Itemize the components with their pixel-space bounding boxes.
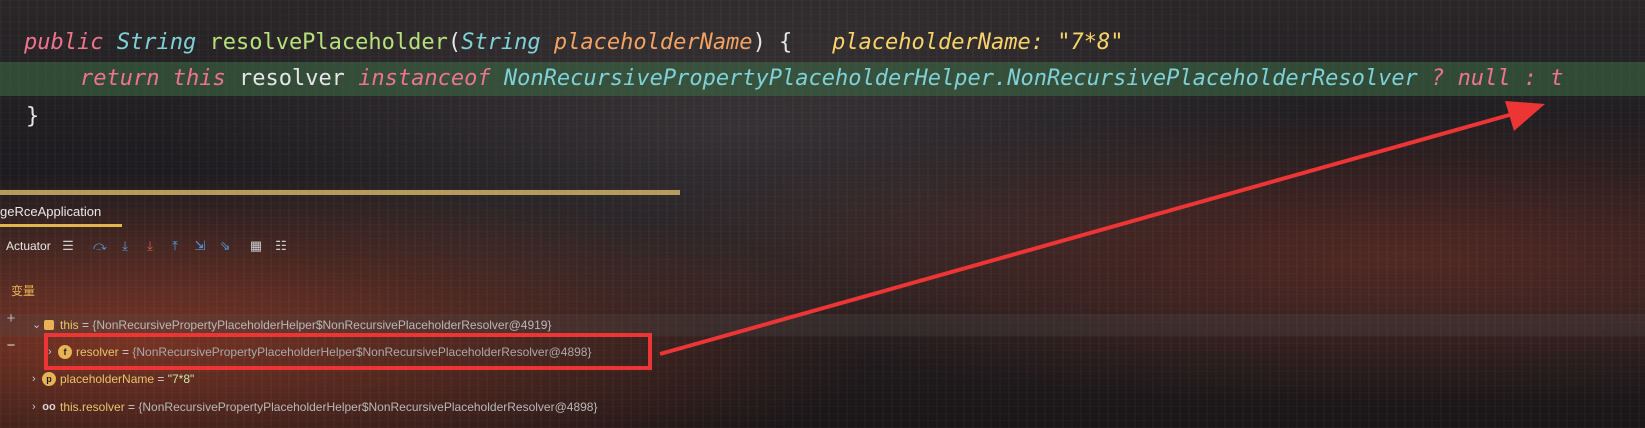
code-line-current-execution: return this resolver instanceof NonRecur… — [0, 62, 1645, 96]
drop-frame-icon[interactable]: ⇲ — [192, 238, 208, 254]
step-out-icon[interactable]: ⤒ — [167, 238, 183, 254]
force-step-into-icon[interactable]: ⤓ — [142, 238, 158, 254]
active-tab-indicator — [0, 224, 122, 227]
variable-name: this.resolver — [60, 400, 125, 414]
variable-name: this — [60, 318, 79, 332]
paren-close-brace: ) { — [752, 30, 793, 55]
chevron-right-icon[interactable]: › — [32, 396, 36, 418]
keyword-this: this — [172, 66, 226, 91]
threads-menu-icon[interactable]: ☰ — [60, 238, 76, 254]
variable-value: "7*8" — [167, 372, 195, 386]
keyword-null: null — [1457, 66, 1511, 91]
keyword-public: public — [24, 30, 104, 55]
variable-row-placeholdername[interactable]: › p placeholderName = "7*8" — [0, 368, 1645, 390]
method-name: resolvePlaceholder — [209, 30, 448, 55]
ternary-operator: ? — [1431, 66, 1445, 91]
param-name: placeholderName — [553, 30, 753, 55]
return-type: String — [116, 30, 197, 55]
param-badge-icon: p — [42, 372, 56, 386]
evaluate-expression-icon[interactable]: ▦ — [248, 238, 264, 254]
tab-debug-session[interactable]: geRceApplication — [0, 200, 101, 219]
code-overflow-text: t — [1550, 66, 1564, 91]
variables-panel-title: 变量 — [11, 284, 36, 298]
keyword-instanceof: instanceof — [358, 66, 491, 91]
actuator-label[interactable]: Actuator — [6, 239, 51, 253]
param-type: String — [461, 30, 541, 55]
code-line-method-signature: public String resolvePlaceholder(String … — [24, 26, 1123, 60]
class-reference: NonRecursivePropertyPlaceholderHelper.No… — [503, 66, 1418, 91]
watch-badge-icon: oo — [42, 401, 56, 413]
variable-equals: = — [124, 400, 139, 414]
run-to-cursor-icon[interactable]: ⇘ — [217, 238, 233, 254]
inline-debug-hint-name: placeholderName: — [832, 30, 1044, 55]
chevron-right-icon[interactable]: › — [32, 368, 36, 390]
variable-equals: = — [78, 318, 93, 332]
closing-brace: } — [26, 104, 40, 129]
paren-open: ( — [447, 30, 462, 55]
step-into-icon[interactable]: ⤓ — [117, 238, 133, 254]
object-stack-icon — [44, 320, 54, 330]
panel-splitter[interactable] — [0, 190, 680, 195]
code-line-closing-brace: } — [26, 100, 39, 134]
variable-name: placeholderName — [60, 372, 155, 386]
chevron-down-icon[interactable]: ⌄ — [32, 314, 41, 336]
red-highlight-box — [44, 333, 652, 370]
code-editor[interactable]: public String resolvePlaceholder(String … — [0, 0, 1645, 150]
inline-debug-hint-value: "7*8" — [1057, 30, 1124, 55]
field-resolver: resolver — [238, 66, 345, 91]
ternary-colon: : — [1523, 66, 1538, 91]
keyword-return: return — [80, 66, 160, 91]
variable-equals: = — [154, 372, 168, 386]
variable-row-watch-this-resolver[interactable]: › oo this.resolver = {NonRecursiveProper… — [0, 396, 1645, 418]
variable-value: {NonRecursivePropertyPlaceholderHelper$N… — [92, 318, 552, 332]
trace-stream-icon[interactable]: ☷ — [273, 238, 289, 254]
variable-value: {NonRecursivePropertyPlaceholderHelper$N… — [138, 400, 598, 414]
step-over-icon[interactable]: ⤼ — [92, 238, 108, 254]
